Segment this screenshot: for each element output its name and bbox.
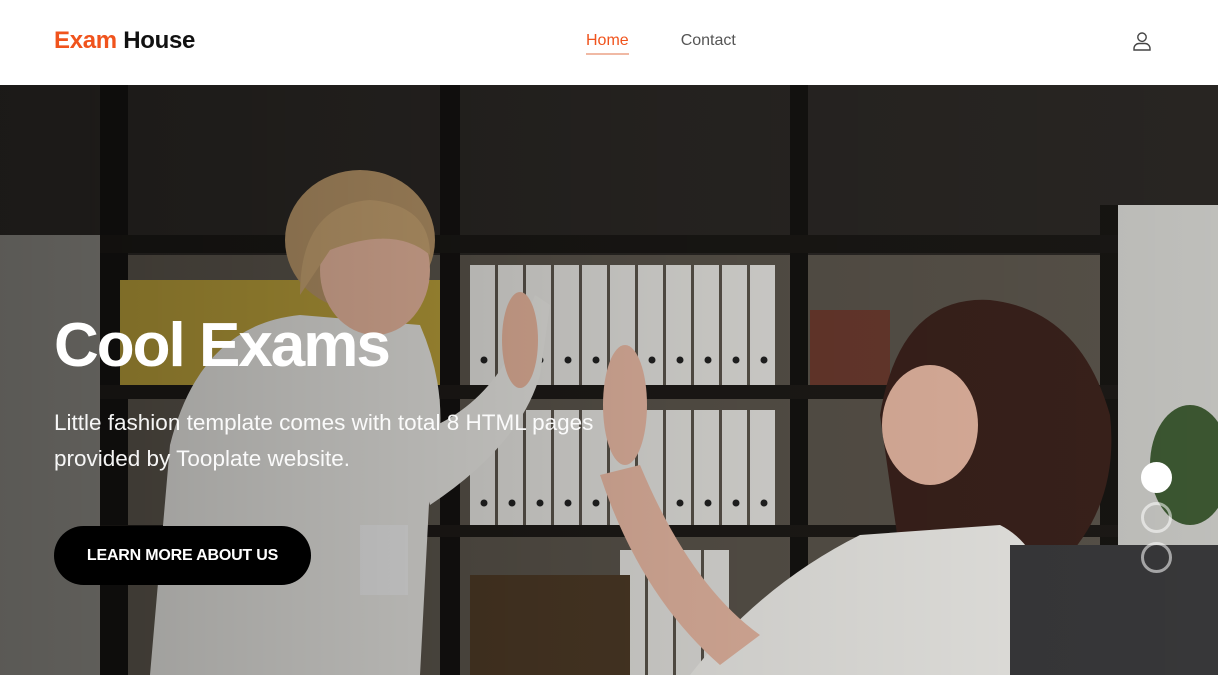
hero-section: Cool Exams Little fashion template comes… bbox=[0, 85, 1218, 675]
hero-overlay bbox=[0, 85, 1218, 675]
learn-more-button[interactable]: LEARN MORE ABOUT US bbox=[54, 526, 311, 585]
brand-accent: Exam bbox=[54, 27, 117, 54]
carousel-dot-3[interactable] bbox=[1141, 542, 1172, 573]
nav-home-link[interactable]: Home bbox=[586, 32, 629, 55]
carousel-dot-1[interactable] bbox=[1141, 462, 1172, 493]
carousel-indicators bbox=[1141, 462, 1172, 582]
brand-logo[interactable]: Exam House bbox=[54, 27, 195, 55]
brand-name: House bbox=[123, 27, 196, 54]
nav-contact-link[interactable]: Contact bbox=[681, 32, 736, 54]
carousel-dot-2[interactable] bbox=[1141, 502, 1172, 533]
user-icon[interactable] bbox=[1130, 29, 1154, 53]
hero-title: Cool Exams bbox=[54, 311, 391, 380]
hero-description: Little fashion template comes with total… bbox=[54, 410, 594, 471]
navbar: Exam House Home Contact bbox=[0, 0, 1218, 85]
main-nav: Home Contact bbox=[586, 32, 736, 55]
